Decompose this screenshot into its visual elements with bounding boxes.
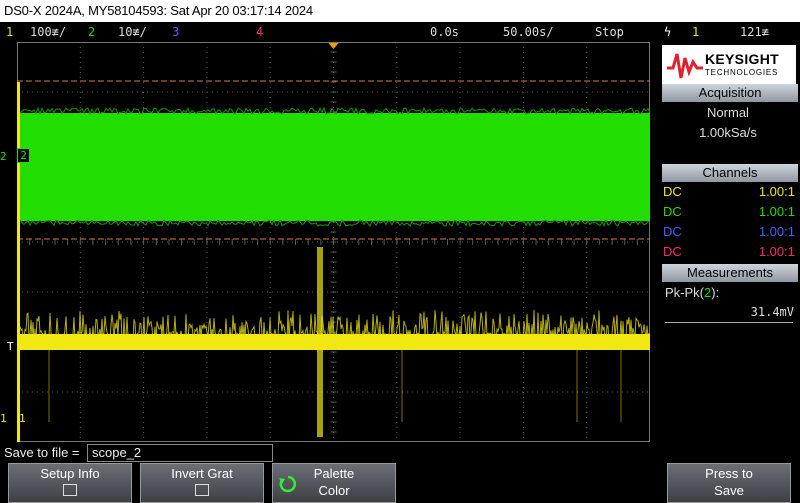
channel-coupling: DC xyxy=(663,244,682,259)
channel-probe-ratio: 1.00:1 xyxy=(759,204,795,219)
ch4-number[interactable]: 4 xyxy=(256,22,263,42)
invert-grat-softkey[interactable]: Invert Grat xyxy=(140,463,264,503)
trigger-level[interactable]: 121≢ xyxy=(740,22,769,42)
palette-softkey[interactable]: Palette Color xyxy=(272,463,396,503)
keysight-wave-icon xyxy=(665,48,705,82)
channel-probe-ratio: 1.00:1 xyxy=(759,244,795,259)
channel-row[interactable]: DC 1.00:1 xyxy=(663,204,795,222)
ch1-number[interactable]: 1 xyxy=(6,22,13,42)
measurements-header[interactable]: Measurements xyxy=(662,264,798,282)
logo-subtitle: TECHNOLOGIES xyxy=(705,68,778,77)
press-to-label: Press to xyxy=(668,466,790,481)
keysight-logo: KEYSIGHT TECHNOLOGIES xyxy=(662,45,796,85)
measurement-label-prefix: Pk-Pk( xyxy=(665,285,704,300)
trigger-level-marker[interactable]: T xyxy=(7,340,14,353)
ch1-offset-marker[interactable]: 1 xyxy=(19,412,26,425)
measurement-label-suffix: ): xyxy=(711,285,719,300)
channel-row[interactable]: DC 1.00:1 xyxy=(663,244,795,262)
measurement-divider xyxy=(665,322,793,323)
channel-probe-ratio: 1.00:1 xyxy=(759,224,795,239)
channel-row[interactable]: DC 1.00:1 xyxy=(663,184,795,202)
measurement-label: Pk-Pk(2): xyxy=(665,285,719,300)
ch2-trace xyxy=(20,108,650,226)
run-state[interactable]: Stop xyxy=(595,22,624,42)
trigger-slope-icon: ϟ xyxy=(664,22,671,42)
ch2-scale[interactable]: 10≢/ xyxy=(118,22,147,42)
filename-input[interactable]: scope_2 xyxy=(87,444,273,462)
invert-grat-label: Invert Grat xyxy=(141,466,263,481)
status-bar: 1 100≢/ 2 10≢/ 3 4 0.0s 50.00s/ Stop ϟ 1… xyxy=(0,22,800,42)
ch2-ground-marker[interactable]: 2 xyxy=(0,150,7,163)
channel-probe-ratio: 1.00:1 xyxy=(759,184,795,199)
channel-coupling: DC xyxy=(663,224,682,239)
sidebar-panel: KEYSIGHT TECHNOLOGIES Acquisition Normal… xyxy=(660,42,800,442)
ch1-ground-marker[interactable]: 1 xyxy=(0,412,7,425)
ch2-offset-marker[interactable]: 2 xyxy=(17,148,30,163)
ch3-number[interactable]: 3 xyxy=(172,22,179,42)
time-delay[interactable]: 0.0s xyxy=(430,22,459,42)
setup-info-checkbox[interactable] xyxy=(63,484,77,496)
trigger-source[interactable]: 1 xyxy=(692,22,699,42)
window-title: DS0-X 2024A, MY58104593: Sat Apr 20 03:1… xyxy=(0,0,800,22)
ch2-number[interactable]: 2 xyxy=(88,22,95,42)
invert-grat-checkbox[interactable] xyxy=(195,484,209,496)
ch1-scale[interactable]: 100≢/ xyxy=(30,22,66,42)
setup-info-label: Setup Info xyxy=(9,466,131,481)
channel-row[interactable]: DC 1.00:1 xyxy=(663,224,795,242)
time-scale[interactable]: 50.00s/ xyxy=(503,22,554,42)
measurement-value: 31.4mV xyxy=(751,305,794,319)
graticule xyxy=(17,42,650,442)
acquisition-header[interactable]: Acquisition xyxy=(662,84,798,102)
save-label-text: Save xyxy=(668,483,790,498)
sample-rate: 1.00kSa/s xyxy=(660,125,796,140)
rotate-knob-icon xyxy=(279,475,297,493)
channel-coupling: DC xyxy=(663,204,682,219)
channels-header[interactable]: Channels xyxy=(662,164,798,182)
acquisition-mode: Normal xyxy=(660,105,796,120)
logo-name: KEYSIGHT xyxy=(705,51,779,67)
setup-info-softkey[interactable]: Setup Info xyxy=(8,463,132,503)
channel-coupling: DC xyxy=(663,184,682,199)
press-to-save-softkey[interactable]: Press to Save xyxy=(667,463,791,503)
waveform-display[interactable] xyxy=(17,42,650,442)
